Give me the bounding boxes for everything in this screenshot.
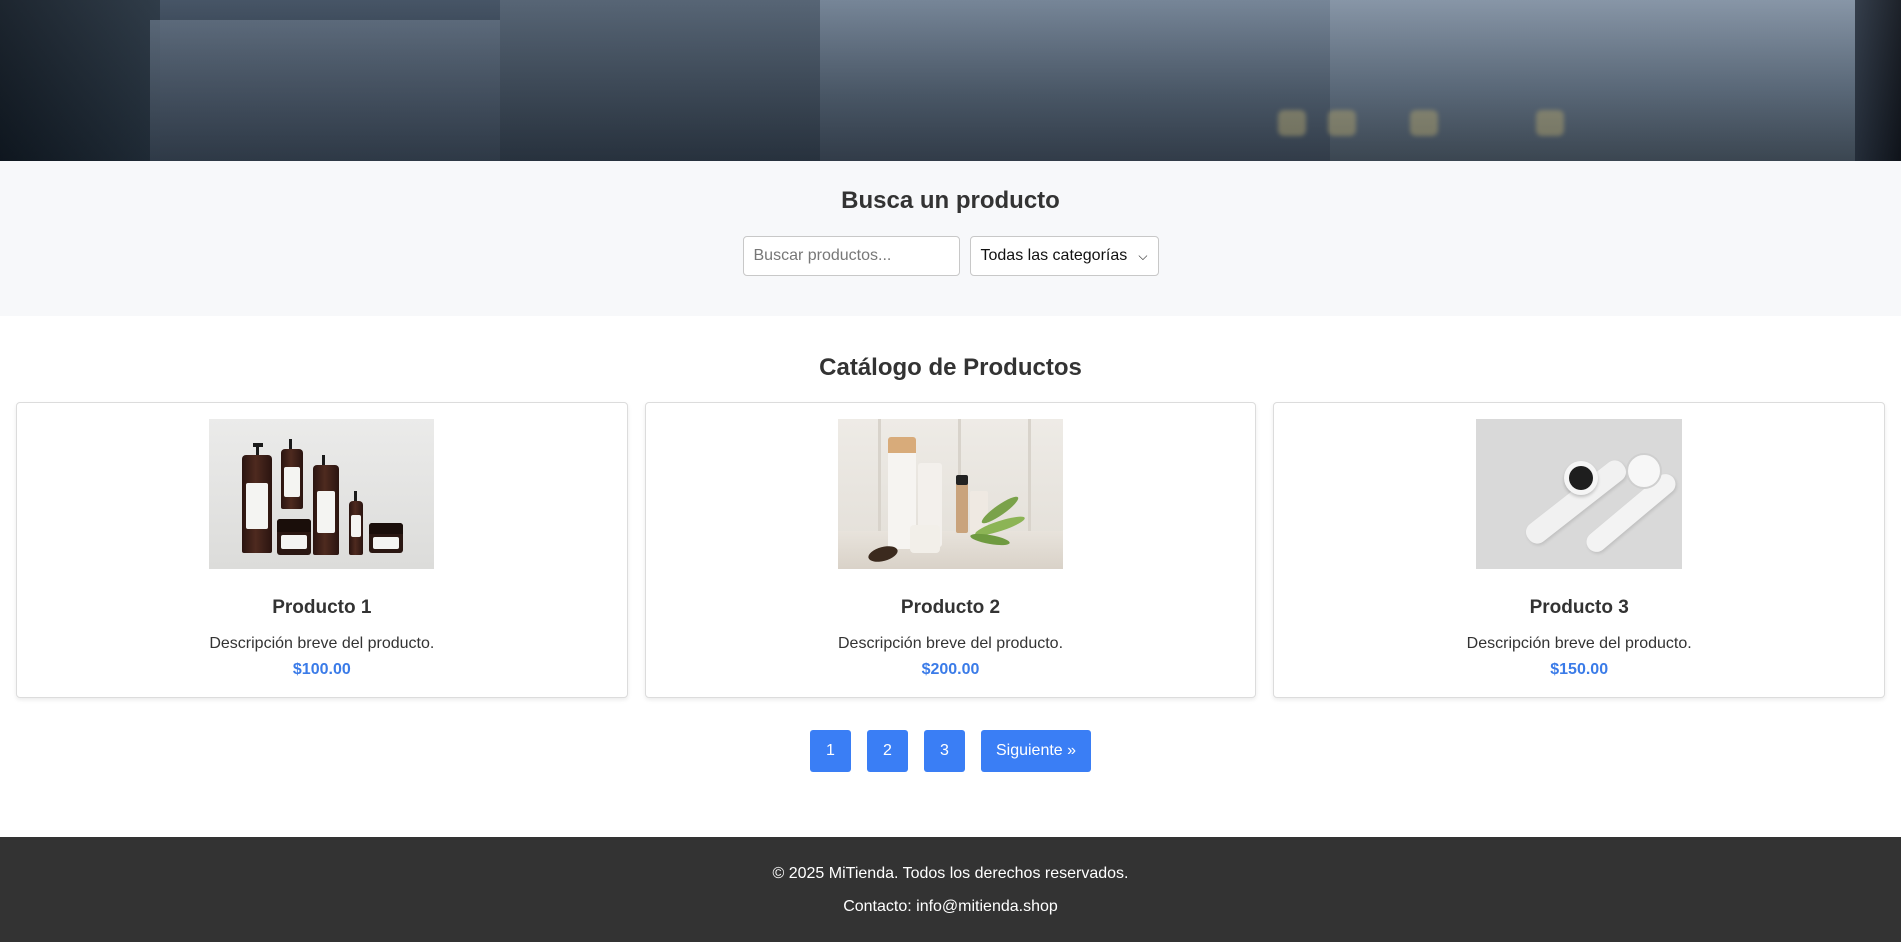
page-3-button[interactable]: 3 xyxy=(923,730,965,772)
product-price: $200.00 xyxy=(921,661,980,678)
hero-banner-image xyxy=(0,0,1901,161)
product-name[interactable]: Producto 1 xyxy=(17,597,627,619)
product-image[interactable] xyxy=(1476,419,1683,569)
product-description: Descripción breve del producto. xyxy=(838,635,1064,652)
footer-copyright: © 2025 MiTienda. Todos los derechos rese… xyxy=(772,865,1129,882)
search-title: Busca un producto xyxy=(841,187,1060,214)
category-select[interactable]: Todas las categorías ⌵ xyxy=(969,236,1159,276)
search-placeholder: Buscar productos... xyxy=(753,247,892,264)
product-description: Descripción breve del producto. xyxy=(209,635,435,652)
page-2-button[interactable]: 2 xyxy=(866,730,908,772)
category-select-value: Todas las categorías xyxy=(980,247,1128,264)
product-card[interactable]: Producto 1 Descripción breve del product… xyxy=(16,402,628,698)
search-controls: Buscar productos... Todas las categorías… xyxy=(0,236,1901,276)
footer: © 2025 MiTienda. Todos los derechos rese… xyxy=(0,837,1901,942)
product-price: $100.00 xyxy=(292,661,351,678)
product-description: Descripción breve del producto. xyxy=(1466,635,1692,652)
product-image[interactable] xyxy=(209,419,435,569)
product-name[interactable]: Producto 3 xyxy=(1274,597,1884,619)
pagination: 1 2 3 Siguiente » xyxy=(0,730,1901,772)
product-name[interactable]: Producto 2 xyxy=(646,597,1256,619)
catalog-title: Catálogo de Productos xyxy=(819,354,1082,381)
product-card[interactable]: Producto 3 Descripción breve del product… xyxy=(1273,402,1886,698)
product-grid: Producto 1 Descripción breve del product… xyxy=(0,402,1901,698)
product-price: $150.00 xyxy=(1550,661,1609,678)
footer-contact: Contacto: info@mitienda.shop xyxy=(843,898,1058,915)
search-section: Busca un producto Buscar productos... To… xyxy=(0,161,1901,316)
chevron-down-icon: ⌵ xyxy=(1138,248,1148,263)
product-card[interactable]: Producto 2 Descripción breve del product… xyxy=(644,402,1257,698)
next-page-button[interactable]: Siguiente » xyxy=(980,730,1092,772)
catalog-section: Catálogo de Productos Producto 1 Descrip… xyxy=(0,316,1901,772)
product-image[interactable] xyxy=(838,419,1063,569)
page-1-button[interactable]: 1 xyxy=(809,730,851,772)
search-input[interactable]: Buscar productos... xyxy=(742,236,960,276)
